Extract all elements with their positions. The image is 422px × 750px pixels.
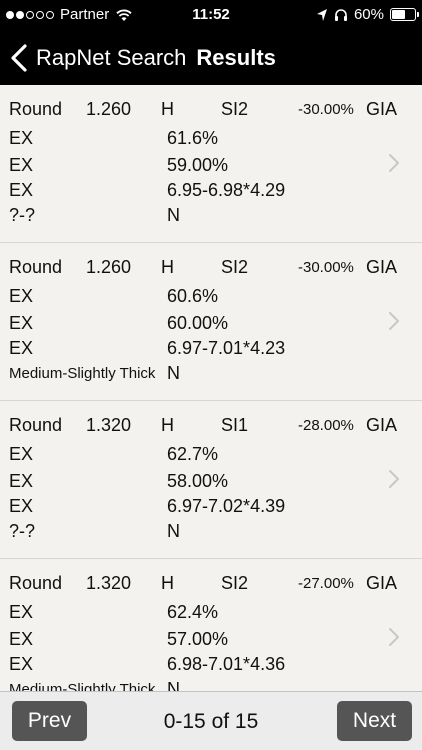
girdle-value: Medium-Slightly Thick [9,681,156,691]
chevron-left-icon [11,43,27,72]
depth-value: 62.4% [167,602,219,622]
discount-value: -27.00% [298,575,354,592]
page-title: Results [196,44,276,70]
battery-icon [390,8,419,21]
fluorescence-value: N [167,521,180,541]
symmetry-value: EX [9,654,34,674]
girdle-value: ?-? [9,205,36,225]
result-row[interactable]: Round 1.320 H SI1 -28.00% GIA EX 62.7% E… [0,401,422,559]
shape-value: Round [9,415,63,435]
page-indicator: 0-15 of 15 [163,710,259,733]
color-value: H [161,573,174,593]
shape-value: Round [9,573,63,593]
depth-value: 60.6% [167,286,219,306]
polish-value: EX [9,471,34,491]
chevron-right-icon [389,154,399,172]
clarity-value: SI2 [221,573,249,593]
carat-value: 1.320 [86,415,132,435]
cut-value: EX [9,128,34,148]
table-value: 58.00% [167,471,229,491]
lab-value: GIA [366,257,398,277]
clarity-value: SI2 [221,257,249,277]
prev-button[interactable]: Prev [12,701,87,741]
color-value: H [161,415,174,435]
table-value: 60.00% [167,313,229,333]
table-value: 57.00% [167,629,229,649]
chevron-right-icon [389,470,399,488]
battery-fill [392,10,406,19]
cut-value: EX [9,602,34,622]
depth-value: 61.6% [167,128,219,148]
location-icon [316,8,327,21]
chevron-right-icon [389,628,399,646]
girdle-value: ?-? [9,521,36,541]
clarity-value: SI2 [221,99,249,119]
discount-value: -30.00% [298,259,354,276]
bottom-toolbar: Prev 0-15 of 15 Next [0,691,422,750]
color-value: H [161,99,174,119]
fluorescence-value: N [167,205,180,225]
shape-value: Round [9,257,63,277]
back-button[interactable]: RapNet Search [0,43,187,72]
navigation-bar: RapNet Search Results [0,30,422,85]
shape-value: Round [9,99,63,119]
status-bar: Partner 11:52 60% [0,0,422,30]
next-button[interactable]: Next [337,701,412,741]
symmetry-value: EX [9,180,34,200]
lab-value: GIA [366,415,398,435]
back-label: RapNet Search [36,44,187,70]
measurements-value: 6.97-7.02*4.39 [167,496,286,516]
polish-value: EX [9,313,34,333]
results-list[interactable]: Round 1.260 H SI2 -30.00% GIA EX 61.6% E… [0,85,422,691]
polish-value: EX [9,155,34,175]
battery-percent: 60% [353,6,384,23]
cut-value: EX [9,444,34,464]
discount-value: -28.00% [298,417,354,434]
fluorescence-value: N [167,679,180,691]
measurements-value: 6.97-7.01*4.23 [167,338,286,358]
girdle-value: Medium-Slightly Thick [9,365,156,382]
lab-value: GIA [366,573,398,593]
table-value: 59.00% [167,155,229,175]
symmetry-value: EX [9,338,34,358]
depth-value: 62.7% [167,444,219,464]
chevron-right-icon [389,312,399,330]
measurements-value: 6.95-6.98*4.29 [167,180,286,200]
cut-value: EX [9,286,34,306]
headphones-icon [334,8,347,21]
measurements-value: 6.98-7.01*4.36 [167,654,286,674]
discount-value: -30.00% [298,101,354,118]
polish-value: EX [9,629,34,649]
clarity-value: SI1 [221,415,249,435]
result-row[interactable]: Round 1.320 H SI2 -27.00% GIA EX 62.4% E… [0,559,422,691]
carat-value: 1.320 [86,573,132,593]
color-value: H [161,257,174,277]
fluorescence-value: N [167,363,180,383]
result-row[interactable]: Round 1.260 H SI2 -30.00% GIA EX 60.6% E… [0,243,422,401]
symmetry-value: EX [9,496,34,516]
carat-value: 1.260 [86,99,132,119]
status-right: 60% [316,6,419,23]
lab-value: GIA [366,99,398,119]
carat-value: 1.260 [86,257,132,277]
result-row[interactable]: Round 1.260 H SI2 -30.00% GIA EX 61.6% E… [0,85,422,243]
